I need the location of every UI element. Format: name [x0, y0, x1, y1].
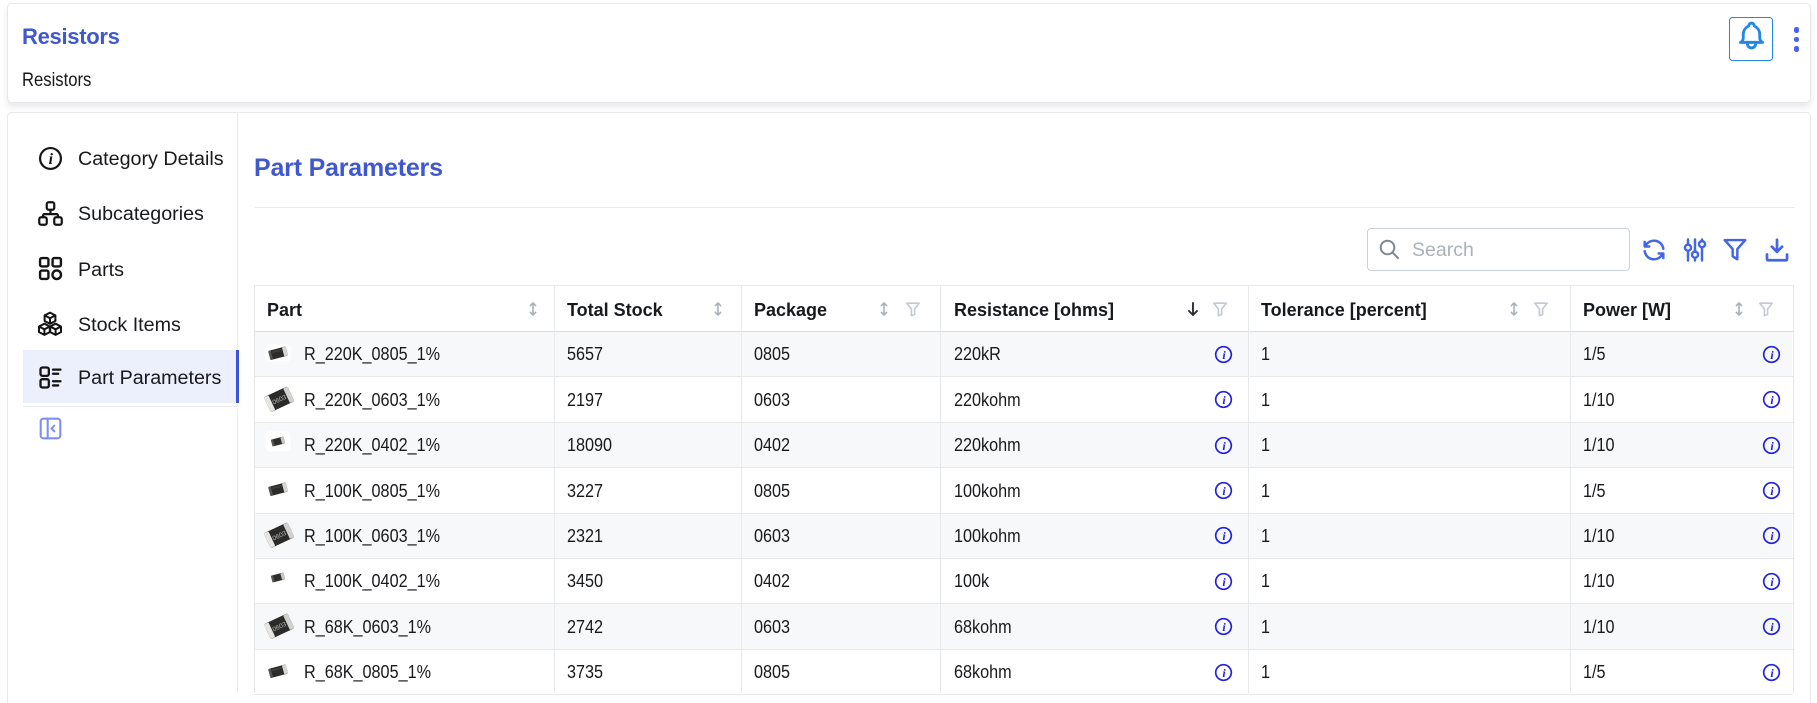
svg-text:i: i: [1770, 348, 1774, 362]
svg-text:i: i: [48, 151, 53, 168]
svg-text:i: i: [1770, 620, 1774, 634]
svg-text:i: i: [1222, 348, 1226, 362]
svg-text:i: i: [1222, 529, 1226, 543]
svg-text:i: i: [1770, 575, 1774, 589]
svg-text:i: i: [1222, 666, 1226, 680]
svg-text:i: i: [1222, 620, 1226, 634]
svg-text:i: i: [1770, 666, 1774, 680]
svg-text:i: i: [1770, 439, 1774, 453]
svg-text:i: i: [1222, 575, 1226, 589]
svg-text:i: i: [1222, 393, 1226, 407]
svg-text:i: i: [1770, 484, 1774, 498]
svg-text:i: i: [1222, 439, 1226, 453]
svg-text:i: i: [1770, 393, 1774, 407]
svg-text:i: i: [1222, 484, 1226, 498]
svg-text:i: i: [1770, 529, 1774, 543]
